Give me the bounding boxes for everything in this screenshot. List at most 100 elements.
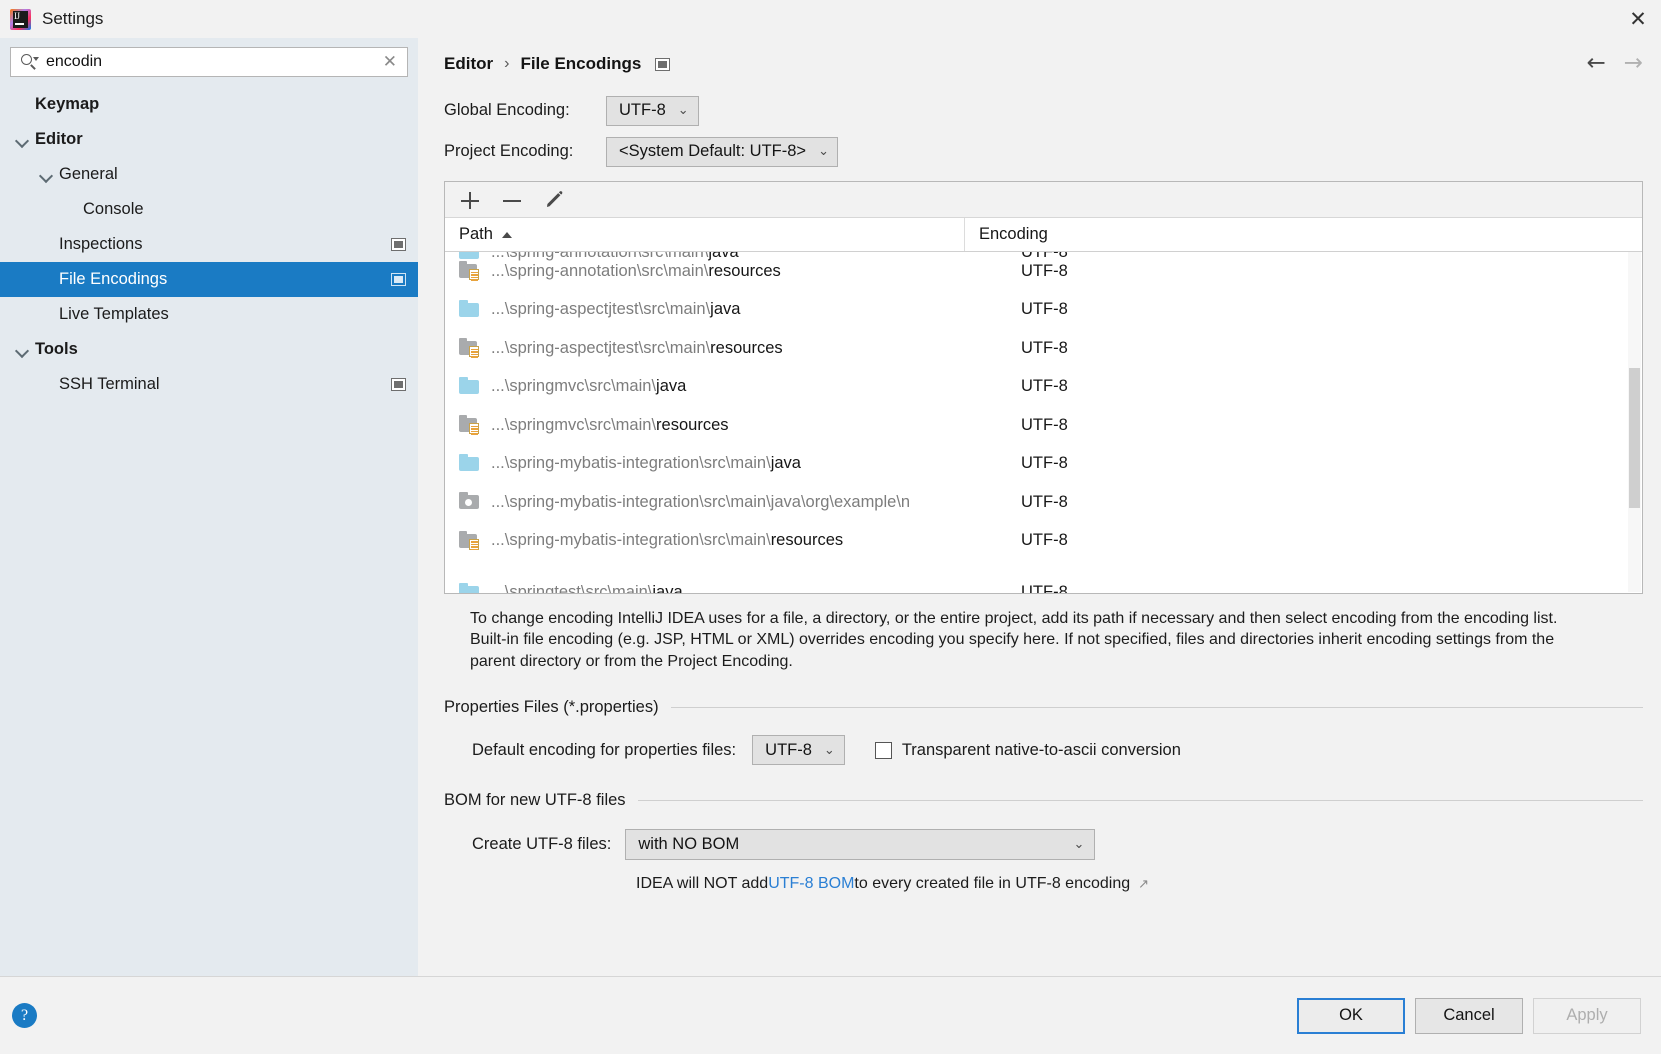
row-encoding: UTF-8	[1021, 377, 1068, 396]
create-utf8-select[interactable]: with NO BOM ⌄	[625, 829, 1096, 861]
sidebar-item-label: Tools	[35, 340, 78, 358]
row-path: ...\spring-mybatis-integration\src\main\…	[491, 492, 911, 511]
table-scrollbar[interactable]	[1628, 252, 1641, 592]
ok-button[interactable]: OK	[1297, 997, 1405, 1034]
edit-pencil-icon[interactable]	[543, 189, 565, 211]
bom-section-title: BOM for new UTF-8 files	[444, 791, 626, 810]
breadcrumb-current: File Encodings	[520, 54, 642, 73]
breadcrumb-parent[interactable]: Editor	[444, 54, 493, 74]
resources-folder-icon	[459, 261, 481, 281]
search-area: ✕	[0, 38, 418, 77]
add-icon[interactable]	[459, 189, 481, 211]
table-row[interactable]: ...\spring-mybatis-integration\src\main\…	[445, 483, 1642, 522]
table-toolbar	[445, 182, 1642, 218]
sidebar-item-editor[interactable]: Editor	[0, 122, 418, 157]
chevron-down-icon[interactable]	[38, 167, 54, 183]
sidebar-item-keymap[interactable]: Keymap	[0, 87, 418, 122]
table-scrollbar-thumb[interactable]	[1629, 368, 1640, 508]
utf8-bom-link[interactable]: UTF-8 BOM	[768, 875, 854, 893]
resources-folder-icon	[459, 415, 481, 435]
cancel-button[interactable]: Cancel	[1415, 997, 1523, 1034]
chevron-down-icon[interactable]	[14, 132, 30, 148]
chevron-down-icon: ⌄	[818, 144, 829, 159]
title-bar: IJ Settings ✕	[0, 0, 1661, 38]
sidebar-item-general[interactable]: General	[0, 157, 418, 192]
chevron-down-icon[interactable]	[14, 342, 30, 358]
row-encoding: UTF-8	[1021, 531, 1068, 550]
create-utf8-value: with NO BOM	[638, 835, 740, 854]
sidebar-item-live-templates[interactable]: Live Templates	[0, 297, 418, 332]
footer-buttons: OK Cancel Apply	[1297, 997, 1641, 1034]
sidebar-item-tools[interactable]: Tools	[0, 332, 418, 367]
table-row[interactable]: ...\springmvc\src\main\resources UTF-8	[445, 406, 1642, 445]
column-header-encoding[interactable]: Encoding	[965, 218, 1048, 251]
breadcrumb: Editor › File Encodings	[444, 38, 1643, 90]
table-row[interactable]: ...\spring-aspectjtest\src\main\java UTF-…	[445, 291, 1642, 330]
row-path: ...\spring-annotation\src\main\java	[491, 252, 1011, 262]
dialog-footer: ? OK Cancel Apply	[0, 976, 1661, 1054]
row-encoding: UTF-8	[1021, 492, 1068, 511]
bom-hint-suffix: to every created file in UTF-8 encoding	[854, 875, 1131, 893]
sidebar-item-label: Console	[83, 200, 144, 218]
clear-search-icon[interactable]: ✕	[381, 52, 399, 72]
project-scope-icon	[391, 273, 406, 286]
create-utf8-row: Create UTF-8 files: with NO BOM ⌄	[444, 829, 1643, 861]
remove-icon[interactable]	[501, 189, 523, 211]
section-divider	[670, 707, 1643, 709]
project-scope-icon	[655, 57, 671, 71]
help-icon[interactable]: ?	[12, 1003, 37, 1028]
global-encoding-label: Global Encoding:	[444, 101, 570, 119]
row-path: ...\spring-mybatis-integration\src\main\…	[491, 531, 844, 550]
search-input[interactable]	[46, 53, 381, 71]
source-folder-icon	[459, 376, 481, 397]
nav-arrows: ← →	[1586, 52, 1643, 75]
table-row[interactable]: ...\spring-mybatis-integration\src\main\…	[445, 522, 1642, 561]
chevron-down-icon: ⌄	[677, 103, 689, 118]
transparent-conversion-label: Transparent native-to-ascii conversion	[901, 740, 1181, 759]
encodings-description: To change encoding IntelliJ IDEA uses fo…	[470, 610, 1558, 670]
sidebar-item-inspections[interactable]: Inspections	[0, 227, 418, 262]
project-scope-icon	[391, 238, 406, 251]
back-arrow-icon[interactable]: ←	[1586, 52, 1605, 75]
global-encoding-row: Global Encoding: UTF-8 ⌄	[444, 90, 1643, 131]
column-header-path-label: Path	[459, 225, 493, 243]
transparent-conversion-checkbox[interactable]: Transparent native-to-ascii conversion	[874, 740, 1181, 760]
table-row[interactable]: ...\spring-aspectjtest\src\main\resource…	[445, 329, 1642, 368]
bom-section-header: BOM for new UTF-8 files	[444, 791, 1643, 810]
sidebar-item-ssh-terminal[interactable]: SSH Terminal	[0, 367, 418, 402]
source-folder-icon	[459, 453, 481, 474]
project-encoding-value: <System Default: UTF-8>	[619, 142, 807, 160]
project-encoding-select[interactable]: <System Default: UTF-8> ⌄	[606, 136, 838, 167]
row-path: ...\spring-mybatis-integration\src\main\…	[491, 454, 801, 473]
forward-arrow-icon[interactable]: →	[1624, 52, 1643, 75]
breadcrumb-separator: ›	[504, 55, 510, 72]
global-encoding-select[interactable]: UTF-8 ⌄	[606, 95, 699, 126]
create-utf8-label: Create UTF-8 files:	[472, 835, 612, 854]
table-row[interactable]: ...\springtest\src\main\java UTF-8	[445, 574, 1642, 593]
table-row[interactable]: ...\spring-mybatis-integration\src\main\…	[445, 445, 1642, 484]
search-box[interactable]: ✕	[10, 47, 408, 77]
sidebar-item-label: Live Templates	[59, 305, 169, 323]
main-panel: Editor › File Encodings ← → Global Encod…	[418, 38, 1661, 976]
bom-hint: IDEA will NOT add UTF-8 BOM to every cre…	[444, 875, 1643, 893]
project-encoding-label: Project Encoding:	[444, 142, 574, 160]
properties-encoding-label: Default encoding for properties files:	[472, 740, 737, 759]
properties-encoding-row: Default encoding for properties files: U…	[444, 735, 1643, 766]
dialog-body: ✕ Keymap Editor General Console Inspections F…	[0, 38, 1661, 976]
sidebar-item-label: Inspections	[59, 235, 143, 253]
intellij-logo-icon: IJ	[10, 8, 31, 30]
sidebar-item-label: Keymap	[35, 95, 100, 113]
close-icon[interactable]: ✕	[1615, 0, 1661, 38]
sidebar-item-console[interactable]: Console	[0, 192, 418, 227]
row-encoding: UTF-8	[1021, 415, 1068, 434]
apply-button[interactable]: Apply	[1533, 997, 1641, 1034]
properties-section-title: Properties Files (*.properties)	[444, 698, 659, 717]
properties-encoding-select[interactable]: UTF-8 ⌄	[752, 735, 845, 766]
row-path: ...\springmvc\src\main\resources	[491, 415, 729, 434]
table-row[interactable]: ...\springmvc\src\main\java UTF-8	[445, 368, 1642, 407]
sort-ascending-icon	[501, 231, 512, 238]
column-header-path[interactable]: Path	[445, 218, 965, 251]
sidebar-item-file-encodings[interactable]: File Encodings	[0, 262, 418, 297]
table-row[interactable]: ...\spring-annotation\src\main\javaUTF-8	[445, 252, 1642, 272]
properties-section-header: Properties Files (*.properties)	[444, 698, 1643, 717]
